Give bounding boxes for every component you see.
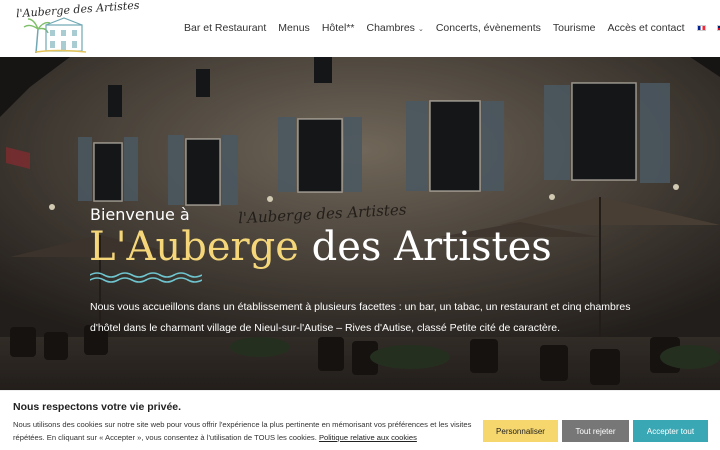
english-flag-icon[interactable]	[716, 25, 720, 31]
cookie-title: Nous respectons votre vie privée.	[13, 401, 182, 413]
hero-title-part2: des Artistes	[311, 224, 552, 270]
cookie-policy-link[interactable]: Politique relative aux cookies	[319, 433, 417, 442]
reject-all-button[interactable]: Tout rejeter	[562, 420, 629, 442]
nav-bar-restaurant[interactable]: Bar et Restaurant	[184, 22, 266, 34]
cookie-text: Nous utilisons des cookies sur notre sit…	[13, 418, 475, 444]
nav-menus[interactable]: Menus	[278, 22, 310, 34]
logo-building-icon	[23, 17, 87, 54]
customize-button[interactable]: Personnaliser	[483, 420, 558, 442]
nav-hotel[interactable]: Hôtel**	[322, 22, 355, 34]
site-header: l'Auberge des Artistes Bar et Restaurant…	[0, 0, 720, 57]
nav-concerts[interactable]: Concerts, évènements	[436, 22, 541, 34]
chevron-down-icon: ⌄	[417, 26, 424, 33]
french-flag-icon[interactable]	[696, 25, 706, 31]
site-logo[interactable]: l'Auberge des Artistes	[16, 0, 140, 55]
hero-intro-text: Nous vous accueillons dans un établissem…	[90, 301, 631, 334]
main-nav: Bar et Restaurant Menus Hôtel** Chambres…	[184, 20, 720, 36]
nav-acces-contact[interactable]: Accès et contact	[607, 22, 684, 34]
nav-tourisme[interactable]: Tourisme	[553, 22, 596, 34]
accept-all-button[interactable]: Accepter tout	[633, 420, 708, 442]
nav-chambres-label: Chambres	[366, 22, 415, 34]
hero-title: L'Auberge des Artistes	[89, 225, 552, 269]
hero-welcome: Bienvenue à	[90, 205, 190, 224]
nav-chambres[interactable]: Chambres ⌄	[367, 22, 424, 34]
cookie-banner: Nous respectons votre vie privée. Nous u…	[0, 390, 720, 450]
hero-title-part1: L'Auberge	[89, 224, 299, 270]
wave-decoration-icon	[90, 272, 202, 283]
